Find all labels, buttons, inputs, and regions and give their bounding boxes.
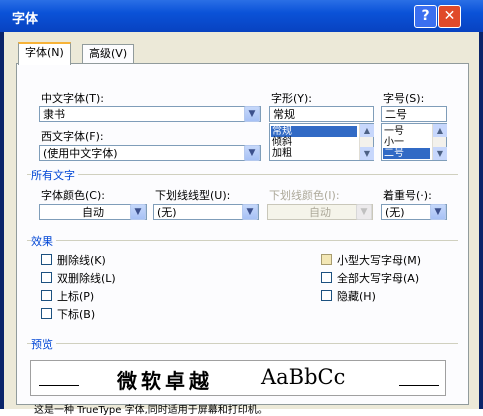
west-font-select[interactable]: (使用中文字体): [39, 145, 261, 161]
chevron-up-icon[interactable]: ▲: [360, 124, 374, 137]
dialog-body: 字体(N) 高级(V) 中文字体(T): 隶书 ▼ 西文字体(F): (使用中文…: [4, 32, 479, 416]
style-list[interactable]: 常规 倾斜 加粗 ▲ ▼: [269, 123, 374, 161]
font-tab-panel: 中文字体(T): 隶书 ▼ 西文字体(F): (使用中文字体) ▼ 字形(Y):…: [16, 63, 469, 405]
preview-baseline-left: [39, 385, 79, 386]
preview-box: 微软卓越 AaBbCc: [30, 360, 446, 396]
underline-type-label: 下划线线型(U):: [155, 189, 231, 202]
west-font-value: (使用中文字体): [43, 147, 118, 160]
chevron-up-icon[interactable]: ▲: [433, 124, 447, 137]
font-color-label: 字体颜色(C):: [41, 189, 105, 202]
font-color-value: 自动: [82, 206, 104, 219]
preview-group: [27, 343, 458, 344]
style-scrollbar[interactable]: ▲ ▼: [359, 124, 374, 160]
size-input[interactable]: 二号: [381, 106, 447, 122]
west-font-label: 西文字体(F):: [41, 130, 104, 143]
underline-color-label: 下划线颜色(I):: [269, 189, 340, 202]
all-text-group: [27, 174, 458, 175]
style-input[interactable]: 常规: [269, 106, 374, 122]
small-caps-checkbox[interactable]: [321, 254, 332, 265]
subscript-label: 下标(B): [57, 308, 96, 321]
size-option[interactable]: 小一: [383, 137, 430, 148]
cn-font-select[interactable]: 隶书: [39, 106, 261, 122]
strikethrough-label: 删除线(K): [57, 254, 106, 267]
superscript-checkbox[interactable]: [41, 290, 52, 301]
hidden-checkbox[interactable]: [321, 290, 332, 301]
preview-latin-text: AaBbCc: [261, 365, 346, 389]
chevron-down-icon[interactable]: ▼: [360, 147, 374, 160]
style-option[interactable]: 常规: [271, 126, 357, 137]
effects-group: [27, 240, 458, 241]
preview-group-label: 预览: [31, 336, 56, 352]
chevron-down-icon[interactable]: ▼: [430, 204, 446, 220]
underline-type-value: (无): [157, 206, 177, 219]
double-strikethrough-label: 双删除线(L): [57, 272, 116, 285]
all-caps-checkbox[interactable]: [321, 272, 332, 283]
preview-baseline-right: [399, 385, 439, 386]
small-caps-label: 小型大写字母(M): [337, 254, 422, 267]
size-list[interactable]: 一号 小一 二号 ▲ ▼: [381, 123, 447, 161]
cn-font-value: 隶书: [43, 108, 65, 121]
subscript-checkbox[interactable]: [41, 308, 52, 319]
all-text-group-label: 所有文字: [31, 167, 78, 183]
hidden-label: 隐藏(H): [337, 290, 376, 303]
window-title: 字体: [12, 12, 39, 27]
style-value: 常规: [273, 108, 295, 121]
tab-font[interactable]: 字体(N): [18, 42, 71, 65]
underline-color-value: 自动: [309, 206, 331, 219]
cn-font-label: 中文字体(T):: [41, 92, 105, 105]
close-button[interactable]: ✕: [438, 5, 461, 28]
size-scrollbar[interactable]: ▲ ▼: [432, 124, 447, 160]
superscript-label: 上标(P): [57, 290, 95, 303]
chevron-down-icon[interactable]: ▼: [242, 204, 258, 220]
style-option[interactable]: 倾斜: [271, 137, 357, 148]
title-bar[interactable]: 字体 ? ✕: [0, 0, 483, 32]
tab-advanced[interactable]: 高级(V): [82, 44, 135, 63]
emphasis-value: (无): [385, 206, 405, 219]
effects-group-label: 效果: [31, 233, 56, 249]
font-dialog: 字体 ? ✕ 字体(N) 高级(V) 中文字体(T): 隶书 ▼ 西文字体(F)…: [0, 0, 483, 416]
preview-cjk-text: 微软卓越: [117, 369, 213, 393]
chevron-down-icon: ▼: [356, 204, 372, 220]
style-label: 字形(Y):: [271, 92, 313, 105]
size-option[interactable]: 二号: [383, 148, 430, 159]
size-value: 二号: [385, 108, 407, 121]
help-button[interactable]: ?: [414, 5, 437, 28]
double-strikethrough-checkbox[interactable]: [41, 272, 52, 283]
chevron-down-icon[interactable]: ▼: [244, 145, 260, 161]
style-option[interactable]: 加粗: [271, 148, 357, 159]
emphasis-label: 着重号(·):: [383, 189, 432, 202]
size-option[interactable]: 一号: [383, 126, 430, 137]
chevron-down-icon[interactable]: ▼: [244, 106, 260, 122]
size-label: 字号(S):: [383, 92, 425, 105]
chevron-down-icon[interactable]: ▼: [433, 147, 447, 160]
chevron-down-icon[interactable]: ▼: [130, 204, 146, 220]
all-caps-label: 全部大写字母(A): [337, 272, 420, 285]
strikethrough-checkbox[interactable]: [41, 254, 52, 265]
